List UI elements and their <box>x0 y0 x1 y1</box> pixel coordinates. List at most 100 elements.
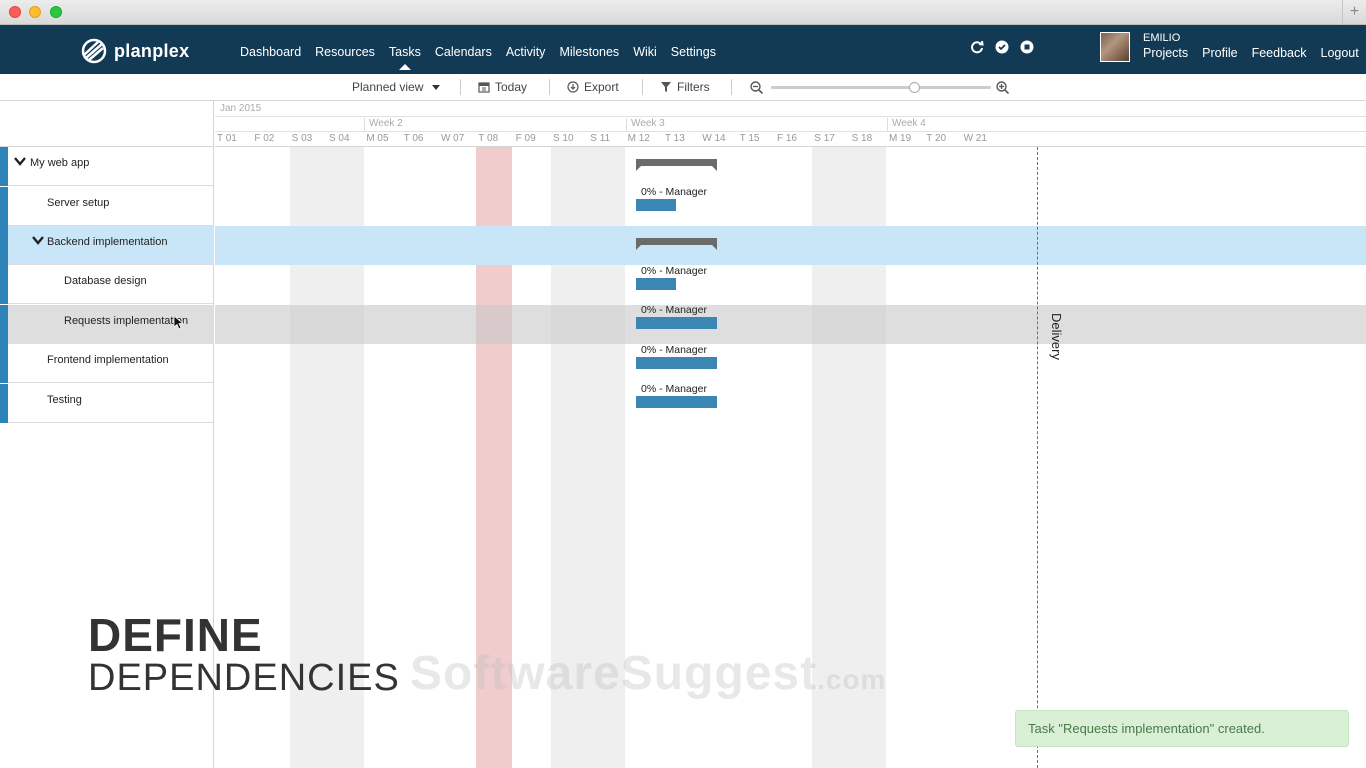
timeline-month: Jan 2015 <box>220 103 262 114</box>
profile-link[interactable]: Profile <box>1202 46 1237 60</box>
toast-notification[interactable]: Task "Requests implementation" created. <box>1015 710 1349 747</box>
task-row[interactable]: My web app <box>0 147 214 186</box>
chevron-down-icon[interactable] <box>14 155 26 167</box>
toolbar-divider <box>731 79 732 95</box>
filters-button[interactable]: Filters <box>660 80 710 94</box>
timeline-day: T 01 <box>217 133 237 144</box>
task-label: Database design <box>64 275 147 287</box>
export-button[interactable]: Export <box>567 80 619 94</box>
timeline-day: W 07 <box>440 133 465 144</box>
planplex-logo-icon <box>81 38 107 64</box>
hovered-row-highlight <box>215 305 1366 344</box>
chevron-down-icon <box>432 84 441 90</box>
planplex-logo[interactable]: planplex <box>80 38 189 64</box>
nav-tasks[interactable]: Tasks <box>389 45 421 70</box>
close-window-button[interactable] <box>9 6 21 18</box>
timeline-day: W 21 <box>963 133 987 144</box>
planned-view-dropdown[interactable]: Planned view <box>352 80 441 94</box>
task-bar[interactable] <box>636 396 717 408</box>
task-label: Backend implementation <box>47 236 168 248</box>
timeline-day: M 12 <box>627 133 650 144</box>
timeline-day: T 15 <box>739 133 760 144</box>
new-tab-button[interactable]: + <box>1342 0 1366 25</box>
task-bar[interactable] <box>636 317 717 329</box>
task-list-header <box>0 101 214 147</box>
task-color-stripe <box>0 265 8 304</box>
logo-text: planplex <box>114 40 190 61</box>
task-bar[interactable] <box>636 278 676 290</box>
zoom-slider[interactable] <box>771 86 991 89</box>
chevron-down-icon[interactable] <box>32 234 44 246</box>
check-circle-icon[interactable] <box>995 40 1009 54</box>
milestone-line[interactable] <box>1037 147 1038 768</box>
task-label: My web app <box>30 157 90 169</box>
main-navbar: planplex Dashboard Resources Tasks Calen… <box>0 25 1366 74</box>
avatar[interactable] <box>1100 32 1130 62</box>
refresh-icon[interactable] <box>970 40 984 54</box>
task-row-selected[interactable]: Backend implementation <box>0 226 214 265</box>
stop-circle-icon[interactable] <box>1020 40 1034 54</box>
planned-view-label: Planned view <box>352 80 424 94</box>
timeline-header: Jan 2015 Week 2 Week 3 Week 4 T 01 F 02 S … <box>215 101 1366 147</box>
main-nav: Dashboard Resources Tasks Calendars Acti… <box>240 45 716 70</box>
task-label: Testing <box>47 394 82 406</box>
timeline-day: S 18 <box>851 133 873 144</box>
task-bar[interactable] <box>636 357 717 369</box>
timeline-day: T 20 <box>926 133 947 144</box>
timeline-day: T 06 <box>403 133 424 144</box>
logout-link[interactable]: Logout <box>1321 46 1359 60</box>
timeline-week: Week 4 <box>887 118 926 132</box>
task-row[interactable]: Testing <box>0 384 214 423</box>
user-links: Projects Profile Feedback Logout <box>1143 46 1359 60</box>
timeline-day: W 14 <box>702 133 726 144</box>
timeline-day: S 03 <box>291 133 313 144</box>
timeline-day: F 09 <box>515 133 536 144</box>
nav-calendars[interactable]: Calendars <box>435 45 492 59</box>
timeline-day: S 11 <box>590 133 611 144</box>
milestone-label: Delivery <box>1049 313 1064 360</box>
zoom-slider-handle[interactable] <box>909 82 920 93</box>
summary-bar[interactable] <box>636 238 717 250</box>
task-label: Server setup <box>47 197 110 209</box>
zoom-out-icon[interactable] <box>750 81 763 94</box>
task-row[interactable]: Database design <box>0 265 214 304</box>
task-bar-label: 0% - Manager <box>641 265 707 277</box>
task-color-stripe <box>0 384 8 423</box>
task-bar-label: 0% - Manager <box>641 383 707 395</box>
summary-bar[interactable] <box>636 159 717 171</box>
task-row[interactable]: Frontend implementation <box>0 344 214 383</box>
zoom-window-button[interactable] <box>50 6 62 18</box>
toast-message: Task "Requests implementation" created. <box>1028 721 1265 736</box>
timeline-day: T 08 <box>478 133 499 144</box>
gantt-toolbar: Planned view Today Export Filters <box>0 74 1366 101</box>
user-area: EMILIO Projects Profile Feedback Logout <box>1100 32 1359 62</box>
mouse-cursor-icon <box>174 316 184 330</box>
task-row[interactable]: Server setup <box>0 187 214 226</box>
timeline-day: S 10 <box>552 133 574 144</box>
export-icon <box>567 81 579 93</box>
headline-subtitle: DEPENDENCIES <box>88 657 400 699</box>
task-bar[interactable] <box>636 199 676 211</box>
nav-settings[interactable]: Settings <box>671 45 716 59</box>
header-divider <box>215 116 1366 117</box>
task-label: Frontend implementation <box>47 354 169 366</box>
nav-wiki[interactable]: Wiki <box>633 45 657 59</box>
nav-dashboard[interactable]: Dashboard <box>240 45 301 59</box>
watermark-suffix: .com <box>817 664 887 695</box>
feedback-link[interactable]: Feedback <box>1252 46 1307 60</box>
nav-activity[interactable]: Activity <box>506 45 546 59</box>
task-bar-label: 0% - Manager <box>641 186 707 198</box>
nav-resources[interactable]: Resources <box>315 45 375 59</box>
today-button[interactable]: Today <box>478 80 527 94</box>
zoom-in-icon[interactable] <box>996 81 1009 94</box>
task-color-stripe <box>0 305 8 344</box>
nav-milestones[interactable]: Milestones <box>559 45 619 59</box>
watermark: SoftwareSuggest.com <box>410 646 886 701</box>
promo-headline: DEFINE DEPENDENCIES <box>88 612 400 698</box>
minimize-window-button[interactable] <box>29 6 41 18</box>
nav-icon-group <box>970 40 1034 54</box>
today-label: Today <box>495 80 528 94</box>
projects-link[interactable]: Projects <box>1143 46 1188 60</box>
filters-label: Filters <box>677 80 710 94</box>
toolbar-divider <box>642 79 643 95</box>
